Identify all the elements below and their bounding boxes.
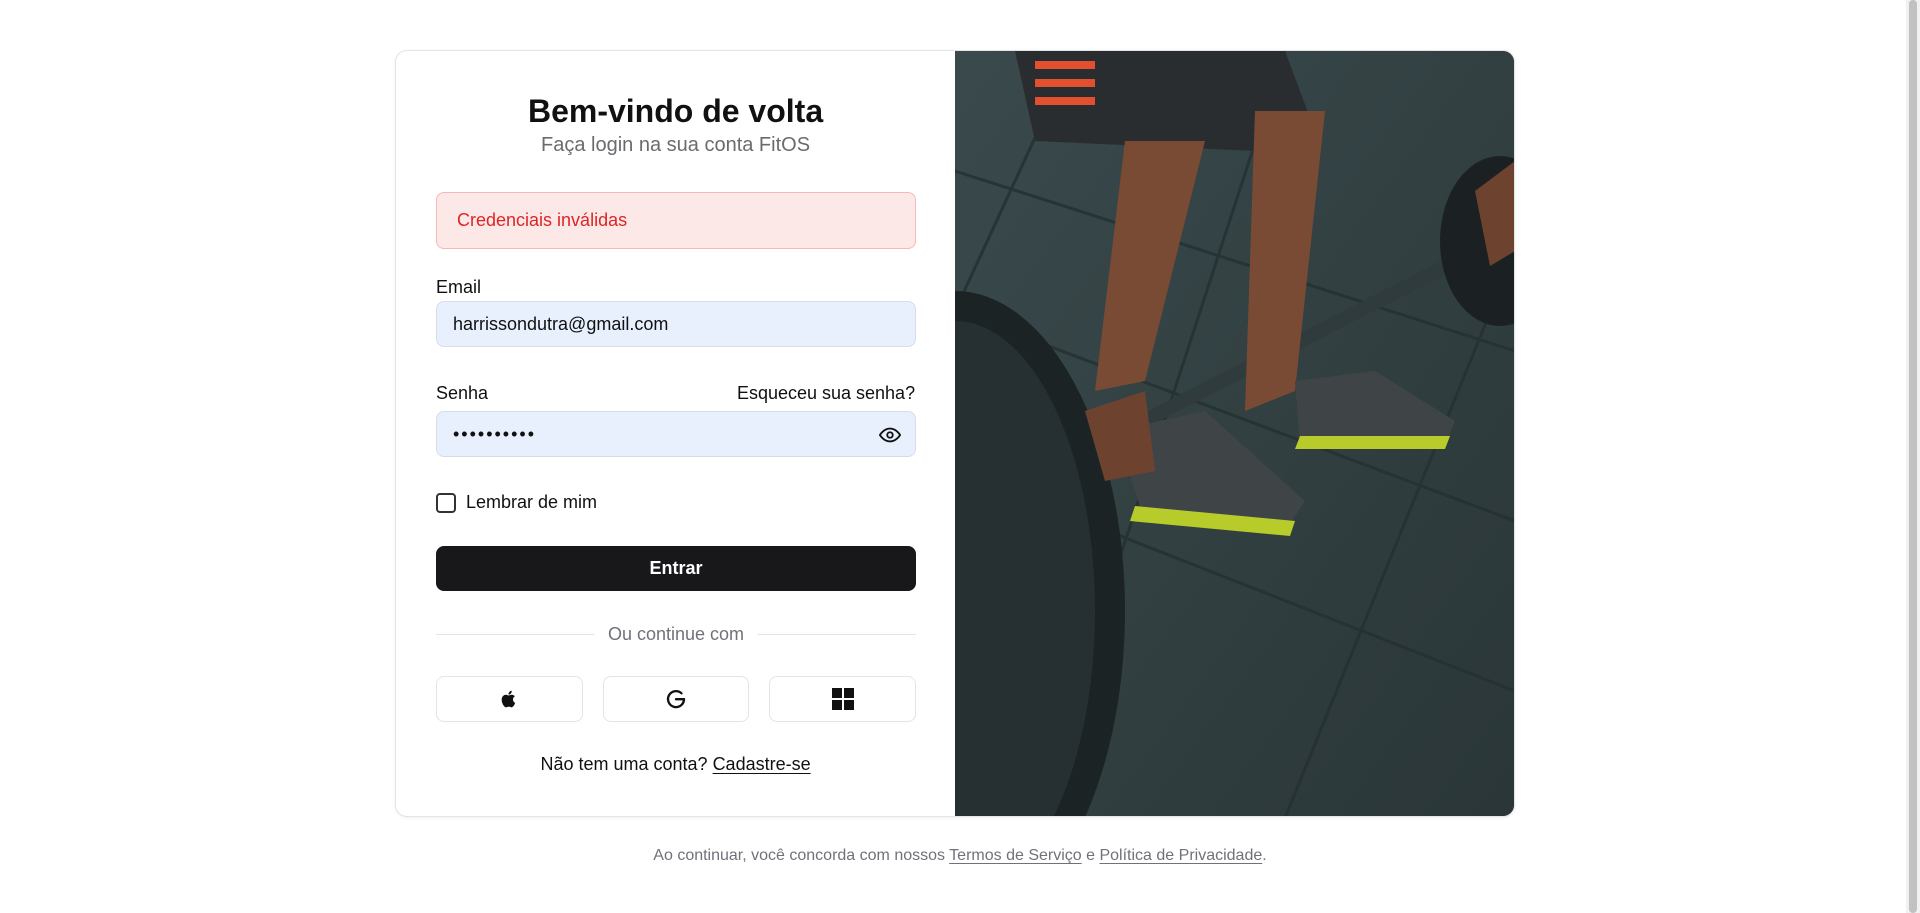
terms-link[interactable]: Termos de Serviço [949, 847, 1082, 864]
page-scrollbar[interactable] [1906, 0, 1920, 913]
signup-prompt: Não tem uma conta? Cadastre-se [436, 754, 915, 775]
windows-icon [831, 688, 854, 710]
login-form: Bem-vindo de volta Faça login na sua con… [396, 51, 955, 816]
page-subtitle: Faça login na sua conta FitOS [541, 134, 811, 156]
footer: Ao continuar, você concorda com nossos T… [0, 847, 1920, 865]
hero-image [955, 51, 1514, 816]
remember-checkbox[interactable] [436, 492, 456, 513]
weightlifting-photo [955, 51, 1514, 816]
apple-login-button[interactable] [436, 676, 583, 722]
eye-icon[interactable] [879, 424, 901, 446]
error-alert: Credenciais inválidas [436, 192, 916, 249]
error-message: Credenciais inválidas [457, 210, 628, 230]
forgot-password-link[interactable]: Esqueceu sua senha? [737, 383, 915, 404]
divider-line-right [758, 634, 917, 635]
footer-conjunction: e [1086, 847, 1096, 864]
divider-line-left [436, 634, 594, 635]
signup-text: Não tem uma conta? [540, 754, 708, 774]
email-label: Email [436, 277, 482, 297]
login-button[interactable]: Entrar [436, 546, 916, 591]
divider-text: Ou continue com [607, 624, 745, 644]
google-icon [666, 690, 686, 709]
page-title: Bem-vindo de volta [527, 93, 824, 129]
apple-icon [502, 690, 516, 708]
email-value: harrissondutra@gmail.com [453, 313, 669, 334]
privacy-link[interactable]: Política de Privacidade [1099, 847, 1262, 864]
footer-suffix: . [1262, 847, 1267, 864]
remember-me[interactable]: Lembrar de mim [436, 492, 597, 513]
password-field[interactable]: •••••••••• [436, 411, 916, 457]
google-login-button[interactable] [602, 676, 750, 722]
remember-label: Lembrar de mim [466, 492, 598, 512]
login-card: Bem-vindo de volta Faça login na sua con… [395, 50, 1515, 817]
email-field[interactable]: harrissondutra@gmail.com [436, 301, 916, 347]
password-value: •••••••••• [453, 423, 537, 444]
password-label: Senha [436, 383, 489, 403]
footer-prefix: Ao continuar, você concorda com nossos [653, 847, 946, 864]
divider: Ou continue com [436, 624, 917, 645]
scrollbar-thumb[interactable] [1909, 0, 1917, 913]
social-login [436, 676, 917, 722]
windows-login-button[interactable] [769, 676, 917, 722]
signup-link[interactable]: Cadastre-se [713, 754, 811, 774]
